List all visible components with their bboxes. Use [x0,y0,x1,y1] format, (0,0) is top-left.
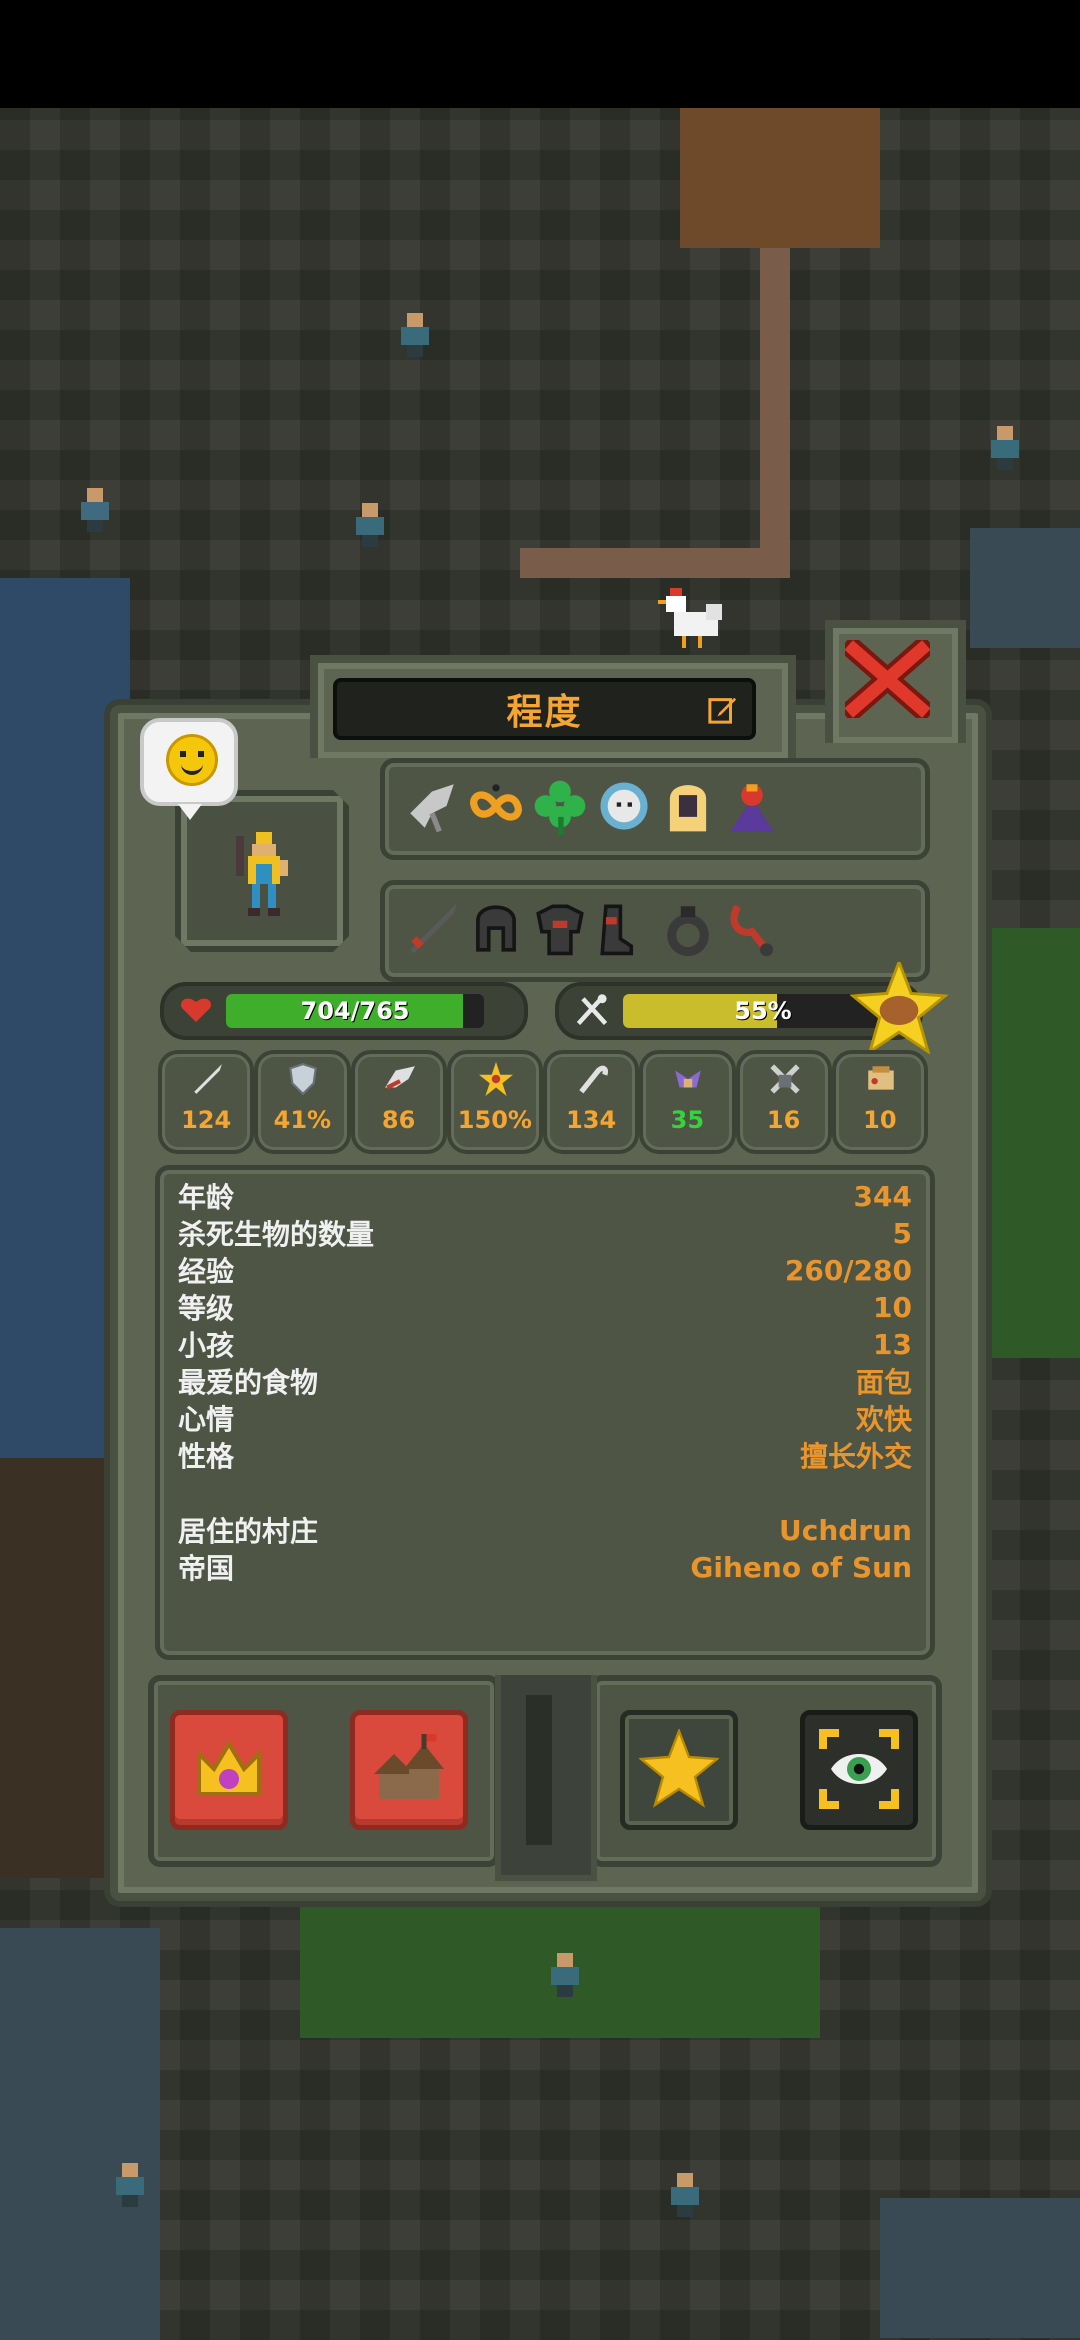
sword-icon[interactable] [403,897,461,959]
diplomacy-icon [675,1070,701,1088]
stat-armor[interactable]: 41% [254,1050,351,1154]
stewardship-icon [868,1066,894,1090]
road-tile [520,548,780,578]
damage-icon [194,1064,222,1094]
blonde-hair-icon[interactable] [659,775,717,837]
villager-sprite[interactable] [395,313,435,359]
stat-diplomacy[interactable]: 35 [639,1050,736,1154]
health-value: 704/765 [300,997,410,1025]
eye-icon [819,1729,899,1809]
villager-sprite[interactable] [350,503,390,549]
building-tile [0,1458,120,1878]
speed-icon [384,1066,415,1090]
smiley-face-icon [166,734,218,786]
equipment-bar [380,880,930,982]
info-row-village[interactable]: 居住的村庄 Uchdrun [178,1512,912,1549]
stat-attack-speed[interactable]: 134 [543,1050,640,1154]
ring-icon[interactable] [659,897,717,959]
status-bar [0,0,1080,108]
stat-warfare[interactable]: 16 [735,1050,832,1154]
stat-speed[interactable]: 86 [350,1050,447,1154]
traits-bar [380,758,930,860]
critical-icon [478,1062,513,1096]
building-tile [680,108,880,248]
info-row-kingdom[interactable]: 帝国 Giheno of Sun [178,1549,912,1586]
villager-sprite[interactable] [665,2173,705,2219]
close-icon[interactable] [845,640,930,718]
chest-armor-icon[interactable] [531,897,589,959]
villager-portrait-icon [236,831,292,921]
attack-speed-icon [579,1065,608,1094]
star-icon [639,1729,719,1808]
info-row-personality: 性格 擅长外交 [178,1440,912,1473]
armor-icon [289,1063,318,1096]
panel-divider [495,1675,597,1881]
chicken-sprite[interactable] [658,580,730,652]
villager-sprite[interactable] [985,426,1025,472]
info-row-children: 小孩 13 [178,1327,912,1363]
building-tile [880,2198,1080,2338]
bread-star-icon [850,962,948,1054]
favorite-button[interactable] [620,1710,738,1830]
villager-sprite[interactable] [110,2163,150,2209]
clover-icon[interactable] [531,775,589,837]
village-button[interactable] [350,1710,468,1830]
building-tile [0,1928,160,2340]
dark-wizard-icon[interactable] [723,775,781,837]
crown-icon [197,1740,261,1796]
kingdom-button[interactable] [170,1710,288,1830]
rock-tile [970,528,1080,648]
info-row-level: 等级 10 [178,1290,912,1326]
boots-icon[interactable] [595,897,653,959]
villager-sprite[interactable] [75,488,115,534]
unit-name: 程度 [506,692,583,733]
stat-critical[interactable]: 150% [446,1050,543,1154]
warfare-icon [769,1064,800,1094]
infinity-icon[interactable] [467,775,525,837]
edit-icon[interactable] [708,694,738,724]
mood-bubble[interactable] [140,718,238,820]
info-row-kills: 杀死生物的数量 5 [178,1216,912,1252]
wings-icon[interactable] [403,775,461,837]
amulet-icon[interactable] [723,897,781,959]
info-list: 年龄 344 杀死生物的数量 5 经验 260/280 等级 10 小孩 13 最爱的食物… [155,1165,935,1660]
stats-row: 124 41% 86 150% 134 35 16 10 [158,1050,928,1154]
name-bar[interactable]: 程度 [333,678,756,740]
heart-icon [180,998,212,1022]
villager-sprite[interactable] [545,1953,585,1999]
follow-button[interactable] [800,1710,918,1830]
stat-damage[interactable]: 124 [158,1050,255,1154]
health-bar: 704/765 [160,982,528,1040]
stat-stewardship[interactable]: 10 [831,1050,928,1154]
info-row-favorite-food: 最爱的食物 面包 [178,1366,912,1399]
fork-knife-icon [576,994,608,1026]
helmet-icon[interactable] [467,897,525,959]
village-icon [374,1734,444,1799]
ghost-face-icon[interactable] [595,775,653,837]
info-row-experience: 经验 260/280 [178,1253,912,1289]
info-row-mood: 心情 欢快 [178,1403,912,1436]
info-row-age: 年龄 344 [178,1179,912,1215]
